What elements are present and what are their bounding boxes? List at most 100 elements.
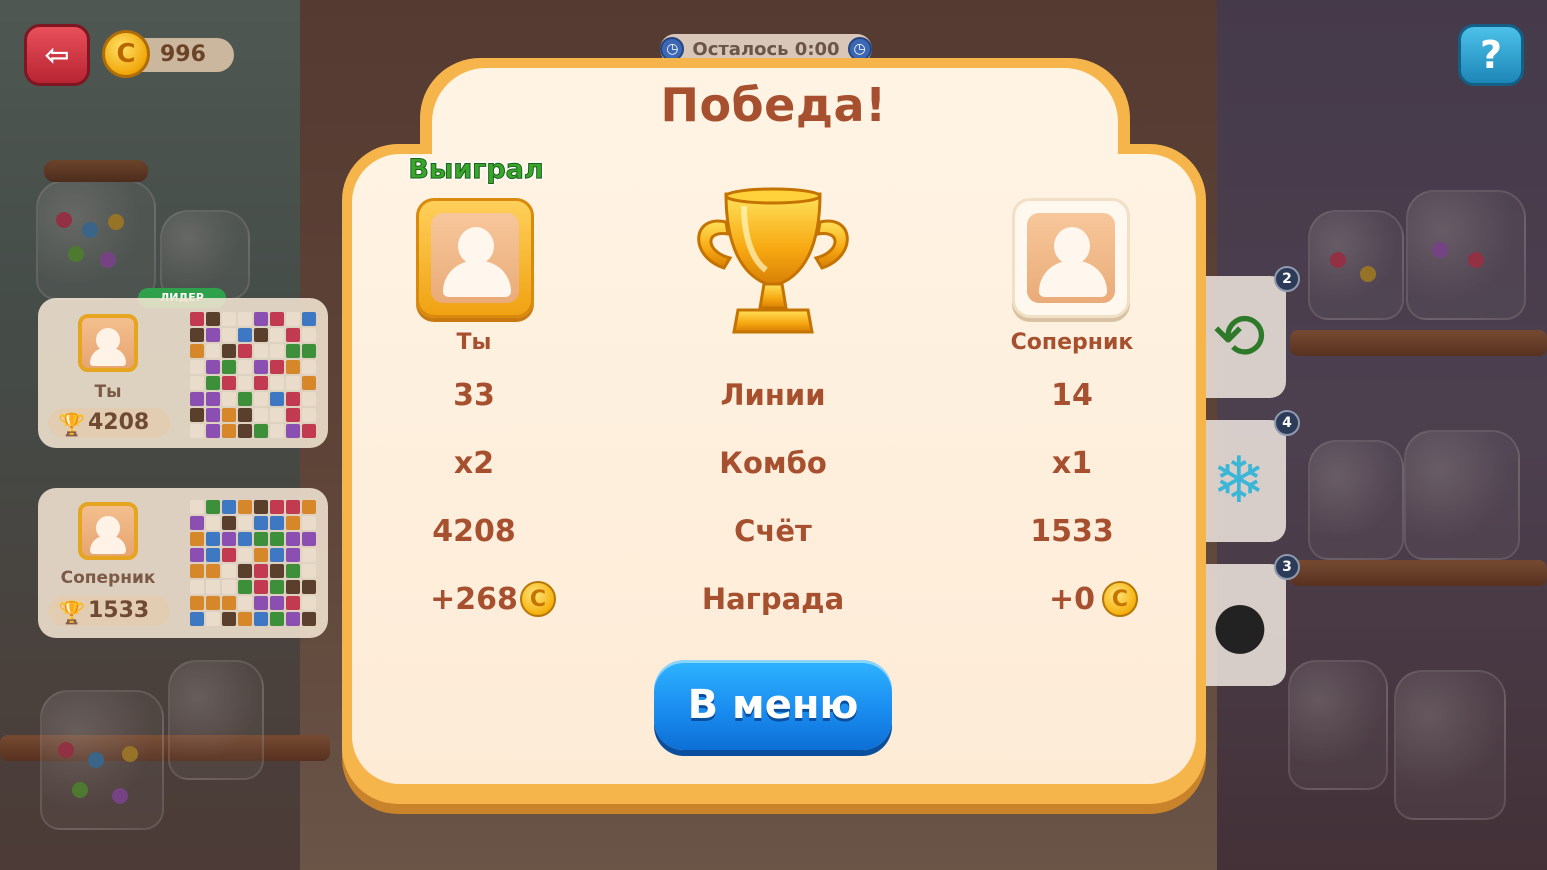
board-cell (206, 532, 220, 546)
board-cell (286, 612, 300, 626)
board-cell (286, 312, 300, 326)
powerup-count: 2 (1274, 266, 1300, 292)
board-cell (270, 516, 284, 530)
powerup-swap[interactable]: 2 ⟲ (1202, 266, 1300, 398)
board-cell (190, 612, 204, 626)
board-cell (254, 408, 268, 422)
board-cell (270, 328, 284, 342)
reward-you: +268 (430, 582, 518, 617)
board-cell (206, 360, 220, 374)
board-cell (238, 516, 252, 530)
won-label: Выиграл (408, 154, 544, 186)
board-cell (206, 408, 220, 422)
board-cell (190, 360, 204, 374)
board-cell (222, 312, 236, 326)
board-cell (254, 328, 268, 342)
combo-you: x2 (453, 446, 495, 481)
board-cell (302, 392, 316, 406)
board-cell (222, 344, 236, 358)
board-cell (302, 500, 316, 514)
avatar (78, 314, 138, 372)
board-cell (206, 392, 220, 406)
board-cell (286, 532, 300, 546)
mini-board (190, 312, 316, 438)
board-cell (222, 424, 236, 438)
board-cell (270, 596, 284, 610)
player-avatar (416, 198, 534, 318)
powerup-freeze[interactable]: 4 ❄ (1202, 410, 1300, 542)
board-cell (302, 516, 316, 530)
question-icon: ? (1479, 33, 1503, 77)
board-cell (254, 580, 268, 594)
board-cell (270, 344, 284, 358)
dialog-title: Победа! (660, 78, 887, 132)
board-cell (190, 328, 204, 342)
board-cell (286, 564, 300, 578)
menu-button[interactable]: В меню (654, 660, 892, 750)
board-cell (254, 500, 268, 514)
board-cell (238, 580, 252, 594)
board-cell (222, 376, 236, 390)
powerup-count: 3 (1274, 554, 1300, 580)
powerup-count: 4 (1274, 410, 1300, 436)
board-cell (302, 580, 316, 594)
player-label: Ты (456, 330, 492, 355)
board-cell (302, 328, 316, 342)
board-cell (190, 500, 204, 514)
help-button[interactable]: ? (1458, 24, 1524, 86)
player-card-opponent: Соперник 🏆 1533 (38, 488, 328, 638)
board-cell (302, 344, 316, 358)
board-cell (270, 548, 284, 562)
board-cell (286, 392, 300, 406)
board-cell (190, 392, 204, 406)
board-cell (254, 532, 268, 546)
board-cell (190, 344, 204, 358)
board-cell (190, 408, 204, 422)
combo-label: Комбо (719, 446, 827, 480)
coin-icon: C (102, 30, 150, 78)
board-cell (270, 408, 284, 422)
mini-board (190, 500, 316, 626)
coin-icon: C (520, 581, 556, 617)
board-cell (238, 500, 252, 514)
board-cell (190, 548, 204, 562)
board-cell (222, 596, 236, 610)
board-cell (222, 580, 236, 594)
board-cell (286, 580, 300, 594)
board-cell (222, 564, 236, 578)
board-cell (190, 580, 204, 594)
board-cell (190, 424, 204, 438)
board-cell (238, 408, 252, 422)
board-cell (270, 376, 284, 390)
trophy-icon (697, 187, 849, 334)
board-cell (238, 424, 252, 438)
trophy-icon: 🏆 (58, 413, 86, 438)
board-cell (302, 596, 316, 610)
combo-opponent: x1 (1051, 446, 1093, 481)
board-cell (206, 312, 220, 326)
powerup-bomb[interactable]: 3 ● (1202, 554, 1300, 686)
board-cell (286, 516, 300, 530)
board-cell (302, 312, 316, 326)
board-cell (222, 612, 236, 626)
board-cell (302, 612, 316, 626)
lines-opponent: 14 (1051, 378, 1093, 413)
board-cell (302, 424, 316, 438)
exit-button[interactable]: ⇦ (24, 24, 90, 86)
board-cell (238, 564, 252, 578)
board-cell (254, 612, 268, 626)
board-cell (206, 376, 220, 390)
timer-text: Осталось 0:00 (692, 38, 840, 60)
player-score-value: 4208 (88, 410, 150, 435)
board-cell (222, 360, 236, 374)
board-cell (254, 564, 268, 578)
board-cell (254, 344, 268, 358)
bomb-icon: ● (1212, 588, 1268, 662)
board-cell (222, 532, 236, 546)
board-cell (270, 500, 284, 514)
board-cell (206, 580, 220, 594)
board-cell (270, 424, 284, 438)
board-cell (206, 564, 220, 578)
opponent-name: Соперник (60, 568, 156, 588)
board-cell (286, 548, 300, 562)
